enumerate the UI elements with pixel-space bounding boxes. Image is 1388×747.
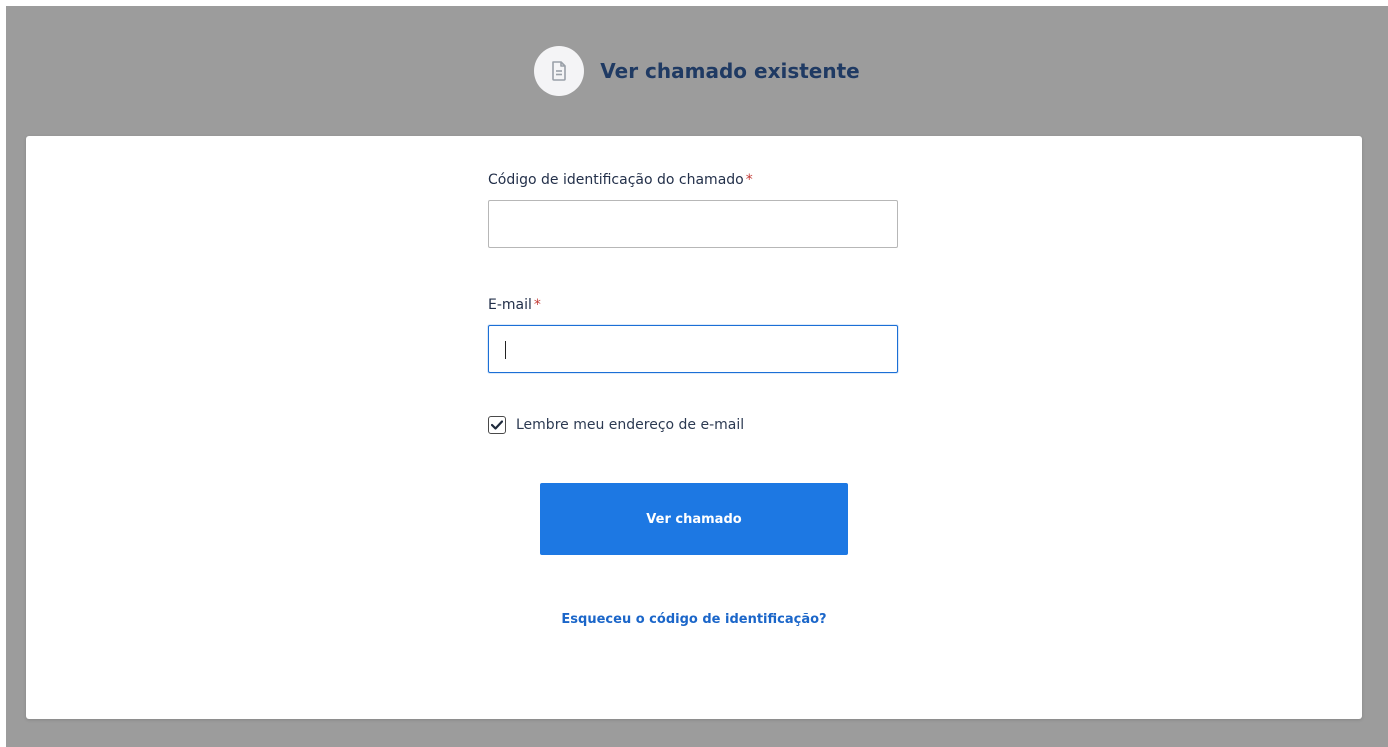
- remember-email-checkbox[interactable]: [488, 416, 506, 434]
- remember-email-row[interactable]: Lembre meu endereço de e-mail: [488, 416, 744, 434]
- required-mark: *: [745, 172, 753, 188]
- form-card: Código de identificação do chamado * E-ma…: [26, 136, 1362, 719]
- checkmark-icon: [491, 420, 503, 430]
- page-header: Ver chamado existente: [6, 6, 1388, 136]
- text-caret: [505, 341, 506, 359]
- ticket-id-label: Código de identificação do chamado *: [488, 172, 753, 188]
- remember-email-label[interactable]: Lembre meu endereço de e-mail: [516, 417, 744, 433]
- header-inner: Ver chamado existente: [534, 46, 860, 96]
- document-icon: [534, 46, 585, 96]
- document-icon-glyph: [552, 61, 567, 81]
- required-mark: *: [533, 297, 541, 313]
- view-ticket-button[interactable]: Ver chamado: [540, 483, 848, 555]
- email-label: E-mail *: [488, 297, 541, 313]
- email-label-text: E-mail: [488, 297, 532, 313]
- page-title: Ver chamado existente: [600, 59, 860, 83]
- ticket-id-label-text: Código de identificação do chamado: [488, 172, 744, 188]
- email-input[interactable]: [488, 325, 898, 373]
- forgot-id-link[interactable]: Esqueceu o código de identificação?: [26, 612, 1362, 627]
- ticket-id-input[interactable]: [488, 200, 898, 248]
